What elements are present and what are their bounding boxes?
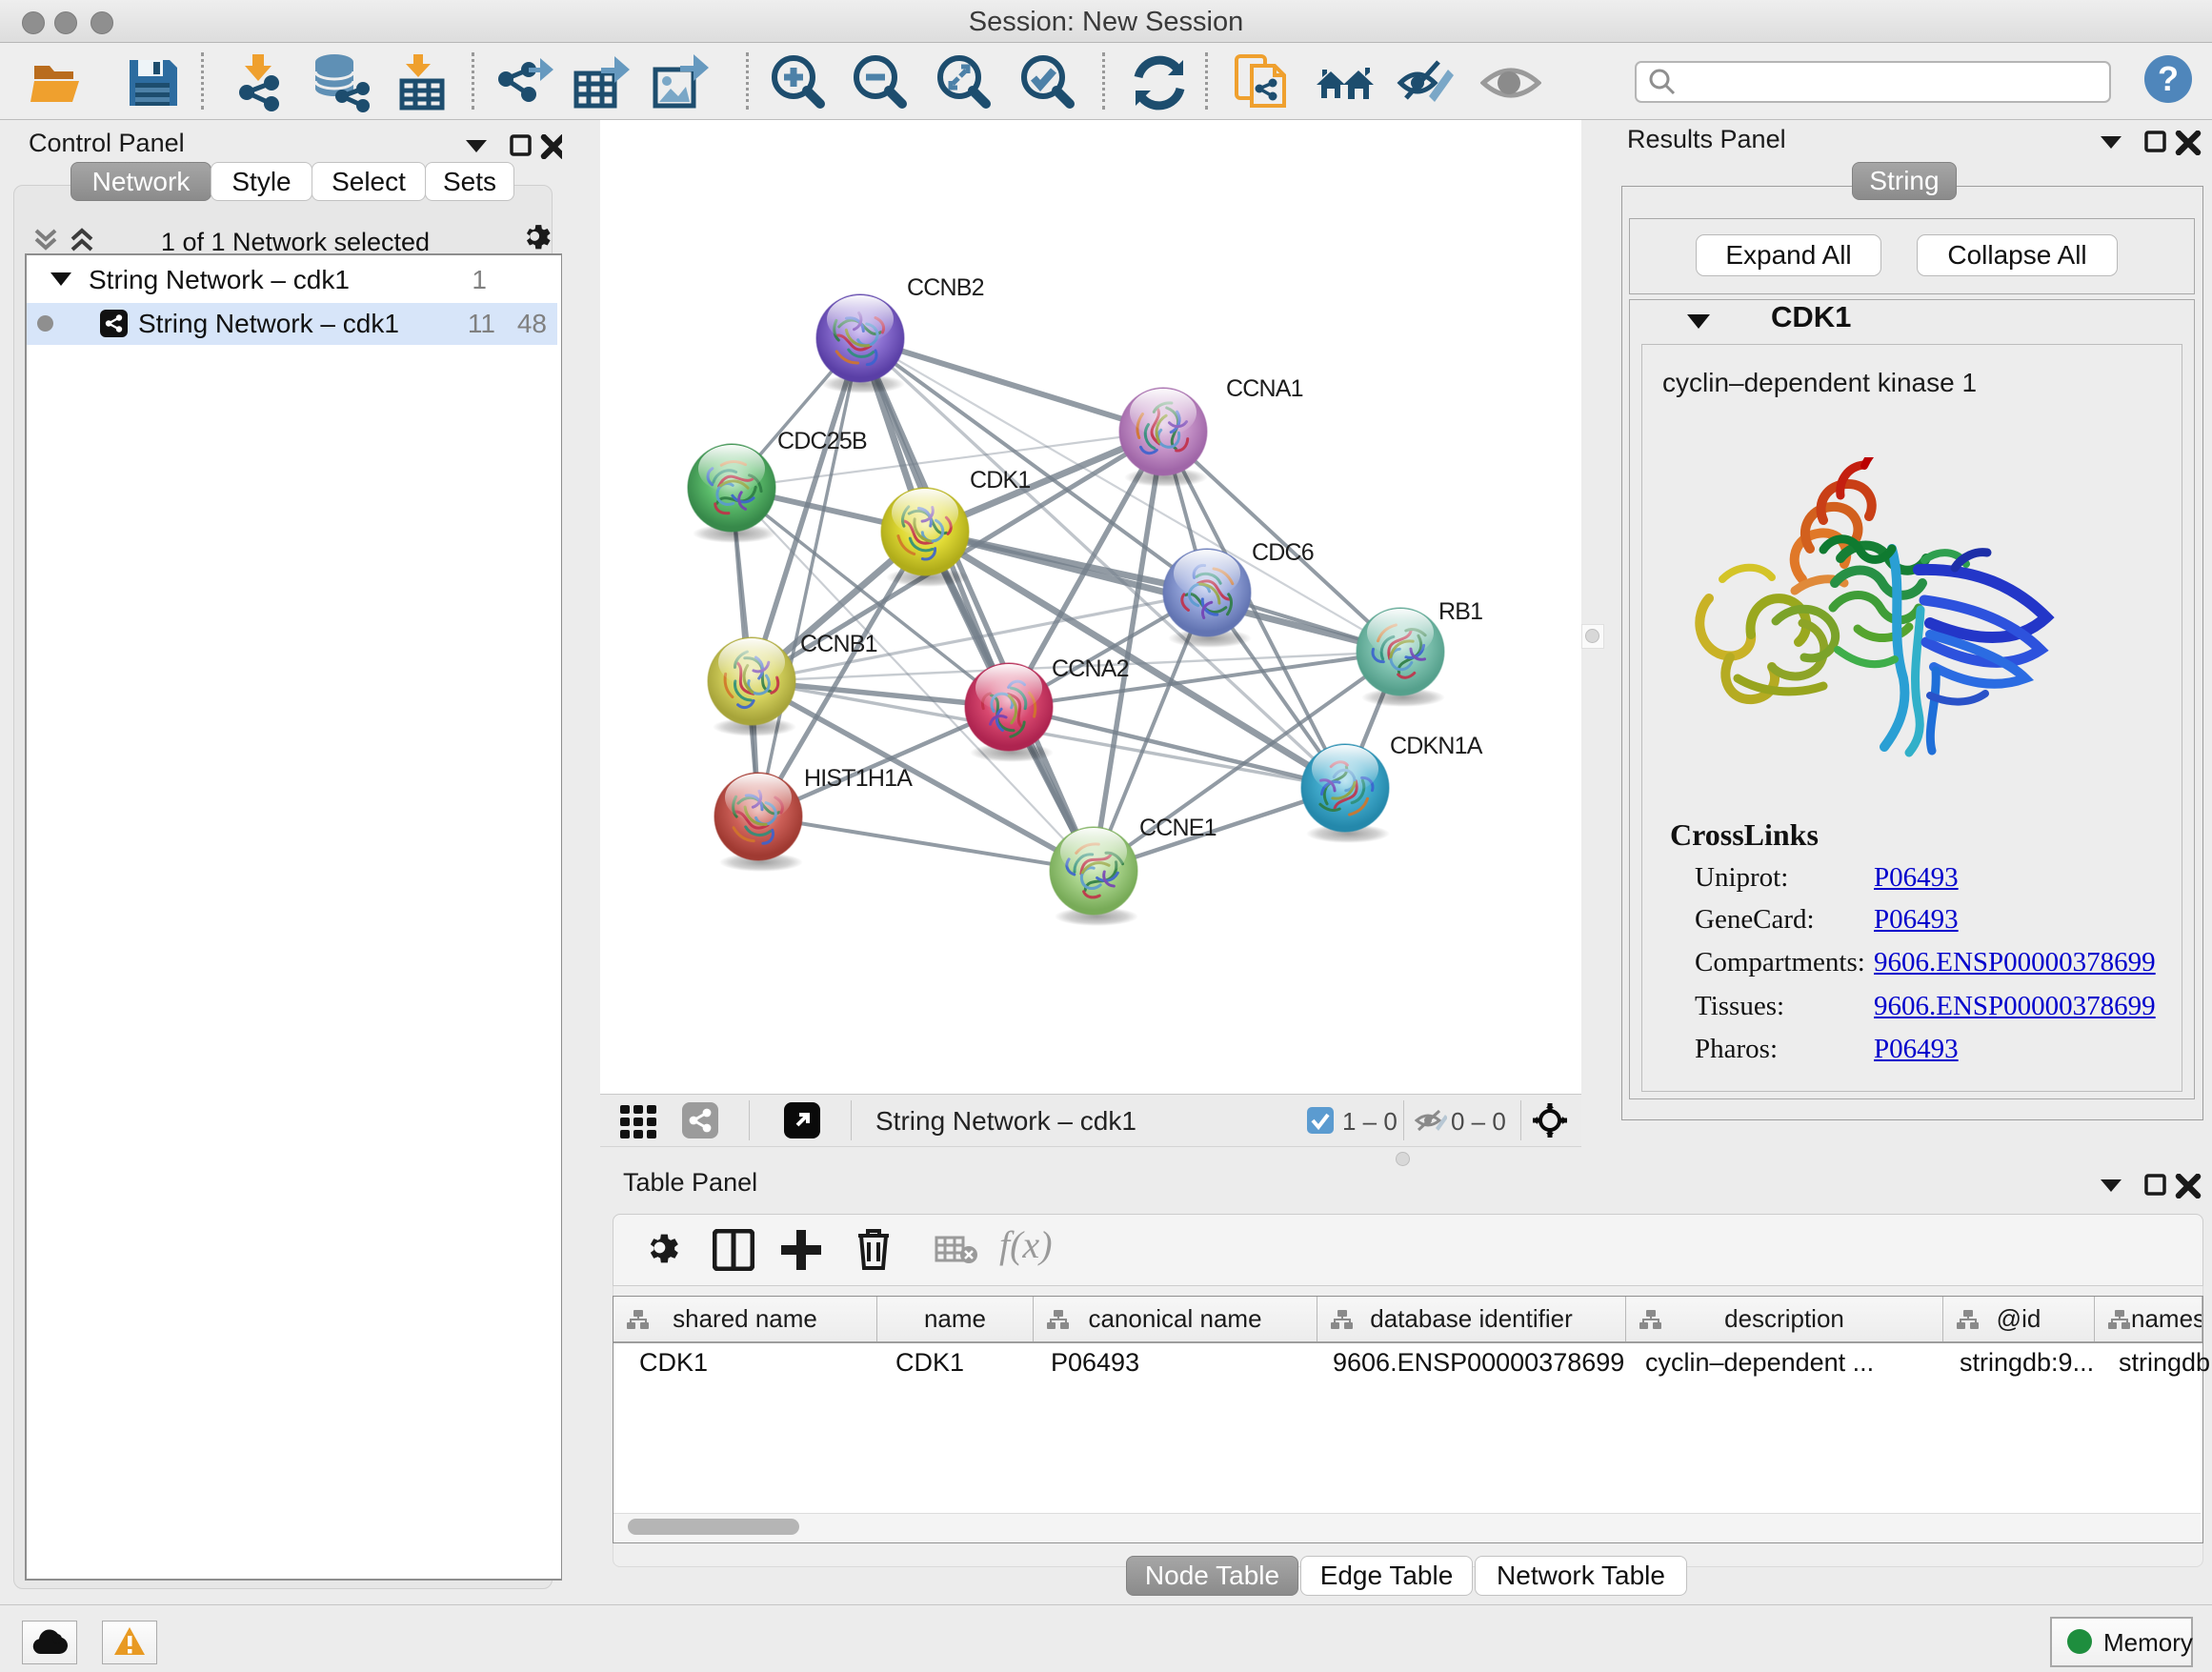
svg-text:CCNA1: CCNA1 (1226, 375, 1303, 402)
svg-text:CCNE1: CCNE1 (1139, 815, 1217, 841)
svg-text:CCNB1: CCNB1 (800, 631, 877, 657)
svg-text:CCNB2: CCNB2 (907, 274, 984, 301)
svg-text:CDK1: CDK1 (970, 467, 1031, 494)
svg-text:CDKN1A: CDKN1A (1390, 733, 1483, 759)
svg-text:CDC6: CDC6 (1252, 539, 1314, 566)
svg-text:CDC25B: CDC25B (777, 428, 867, 454)
svg-text:CCNA2: CCNA2 (1052, 655, 1129, 682)
svg-text:?: ? (2158, 59, 2179, 98)
svg-text:HIST1H1A: HIST1H1A (804, 765, 913, 792)
svg-text:RB1: RB1 (1438, 598, 1482, 625)
